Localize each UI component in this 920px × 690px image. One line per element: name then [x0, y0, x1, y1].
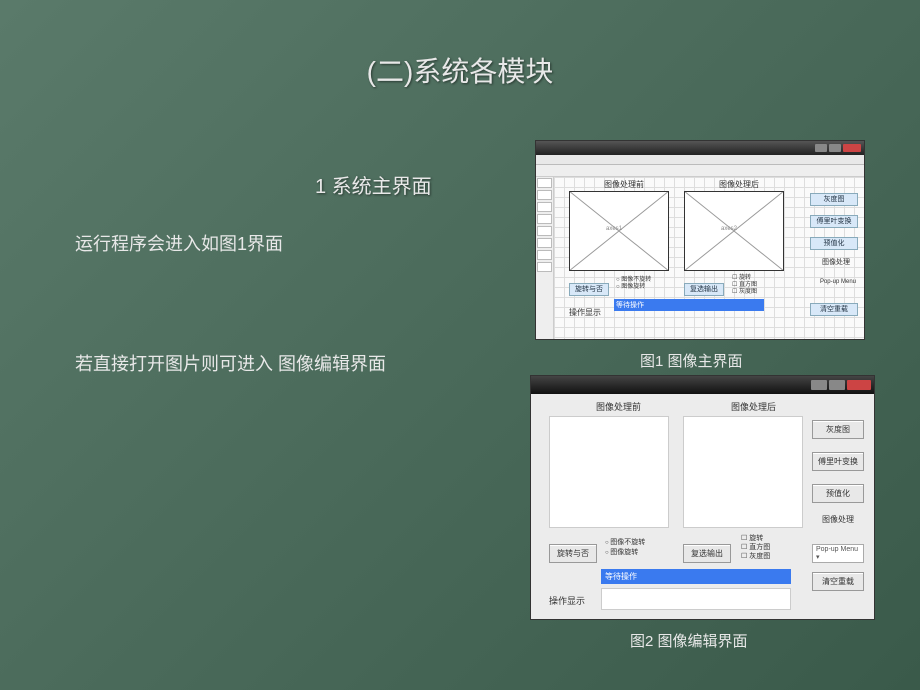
slide-subtitle: 1 系统主界面 [315, 170, 432, 199]
fig1-chk-group: ☐ 旋转 ☐ 直方图 ☐ 灰度图 [732, 275, 757, 297]
figure2-screenshot: 图像处理前 图像处理后 灰度图 傅里叶变换 预值化 图像处理 旋转与否 图像不旋… [530, 375, 875, 620]
fig2-axes1 [549, 416, 669, 528]
fig1-btn-restore: 复选输出 [684, 283, 724, 296]
fig2-section-imgproc: 图像处理 [822, 514, 854, 525]
fig2-btn-clear: 清空重载 [812, 572, 864, 591]
fig2-label-after: 图像处理后 [731, 400, 776, 413]
body-text-2: 若直接打开图片则可进入 图像编辑界面 [75, 350, 386, 376]
close-icon [843, 144, 861, 152]
figure1-caption: 图1 图像主界面 [640, 350, 743, 371]
min-icon [815, 144, 827, 152]
fig1-btn-rotate: 旋转与否 [569, 283, 609, 296]
figure2-caption: 图2 图像编辑界面 [630, 630, 748, 651]
fig2-label-before: 图像处理前 [596, 400, 641, 413]
fig1-menubar [536, 155, 864, 165]
fig2-chk-group: 旋转 直方图 灰度图 [741, 534, 770, 561]
fig2-titlebar [531, 376, 874, 394]
fig2-popup: Pop-up Menu ▾ [812, 544, 864, 563]
fig1-axes1: axes1 [569, 191, 669, 271]
fig2-btn-restore: 复选输出 [683, 544, 731, 563]
fig1-section-imgproc: 图像处理 [822, 257, 850, 267]
fig2-body: 图像处理前 图像处理后 灰度图 傅里叶变换 预值化 图像处理 旋转与否 图像不旋… [531, 394, 874, 619]
fig2-btn-rotate: 旋转与否 [549, 544, 597, 563]
figure1-screenshot: 图像处理前 图像处理后 axes1 axes2 灰度图 傅里叶变换 预值化 图像… [535, 140, 865, 340]
close-icon [847, 380, 871, 390]
fig2-axes2 [683, 416, 803, 528]
min-icon [811, 380, 827, 390]
fig1-toolbar [536, 165, 864, 177]
fig1-label-before: 图像处理前 [604, 179, 644, 190]
fig2-btn-fft: 傅里叶变换 [812, 452, 864, 471]
fig2-btn-threshold: 预值化 [812, 484, 864, 503]
max-icon [829, 380, 845, 390]
fig1-axes2: axes2 [684, 191, 784, 271]
body-text-1: 运行程序会进入如图1界面 [75, 230, 283, 256]
fig1-canvas: 图像处理前 图像处理后 axes1 axes2 灰度图 傅里叶变换 预值化 图像… [554, 177, 864, 339]
fig1-radio-rotate: ○ 图像不旋转 ○ 图像旋转 [616, 277, 651, 291]
fig1-popup: Pop-up Menu [820, 279, 856, 285]
fig2-waitbar: 等待操作 [601, 569, 791, 584]
fig1-btn-clear: 清空重载 [810, 303, 858, 316]
fig1-opdisplay-label: 操作显示 [569, 307, 601, 318]
fig2-opdisplay-label: 操作显示 [549, 594, 585, 607]
fig1-btn-fft: 傅里叶变换 [810, 215, 858, 228]
fig2-output-box [601, 588, 791, 610]
fig2-radio-rotate: 图像不旋转 图像旋转 [605, 538, 645, 558]
fig1-palette [536, 177, 554, 339]
max-icon [829, 144, 841, 152]
slide-title: (二)系统各模块 [367, 50, 554, 90]
fig1-btn-gray: 灰度图 [810, 193, 858, 206]
fig1-titlebar [536, 141, 864, 155]
fig1-waitbar: 等待操作 [614, 299, 764, 311]
fig1-label-after: 图像处理后 [719, 179, 759, 190]
fig2-btn-gray: 灰度图 [812, 420, 864, 439]
fig1-btn-threshold: 预值化 [810, 237, 858, 250]
